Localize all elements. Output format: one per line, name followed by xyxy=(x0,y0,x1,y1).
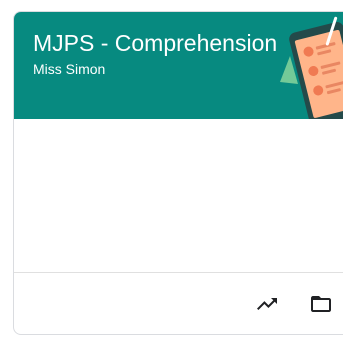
class-drive-folder-button[interactable] xyxy=(304,287,338,321)
folder-icon xyxy=(311,296,331,312)
class-title[interactable]: MJPS - Comprehension xyxy=(33,29,291,57)
tablet-reading-illustration xyxy=(280,16,343,119)
class-card-header[interactable]: MJPS - Comprehension Miss Simon xyxy=(14,12,343,119)
class-card-actions xyxy=(14,273,343,334)
teacher-name[interactable]: Miss Simon xyxy=(33,60,105,78)
trending-up-icon xyxy=(257,298,277,310)
class-card[interactable]: MJPS - Comprehension Miss Simon xyxy=(13,11,343,335)
progress-button[interactable] xyxy=(250,287,284,321)
class-card-body xyxy=(14,119,343,272)
